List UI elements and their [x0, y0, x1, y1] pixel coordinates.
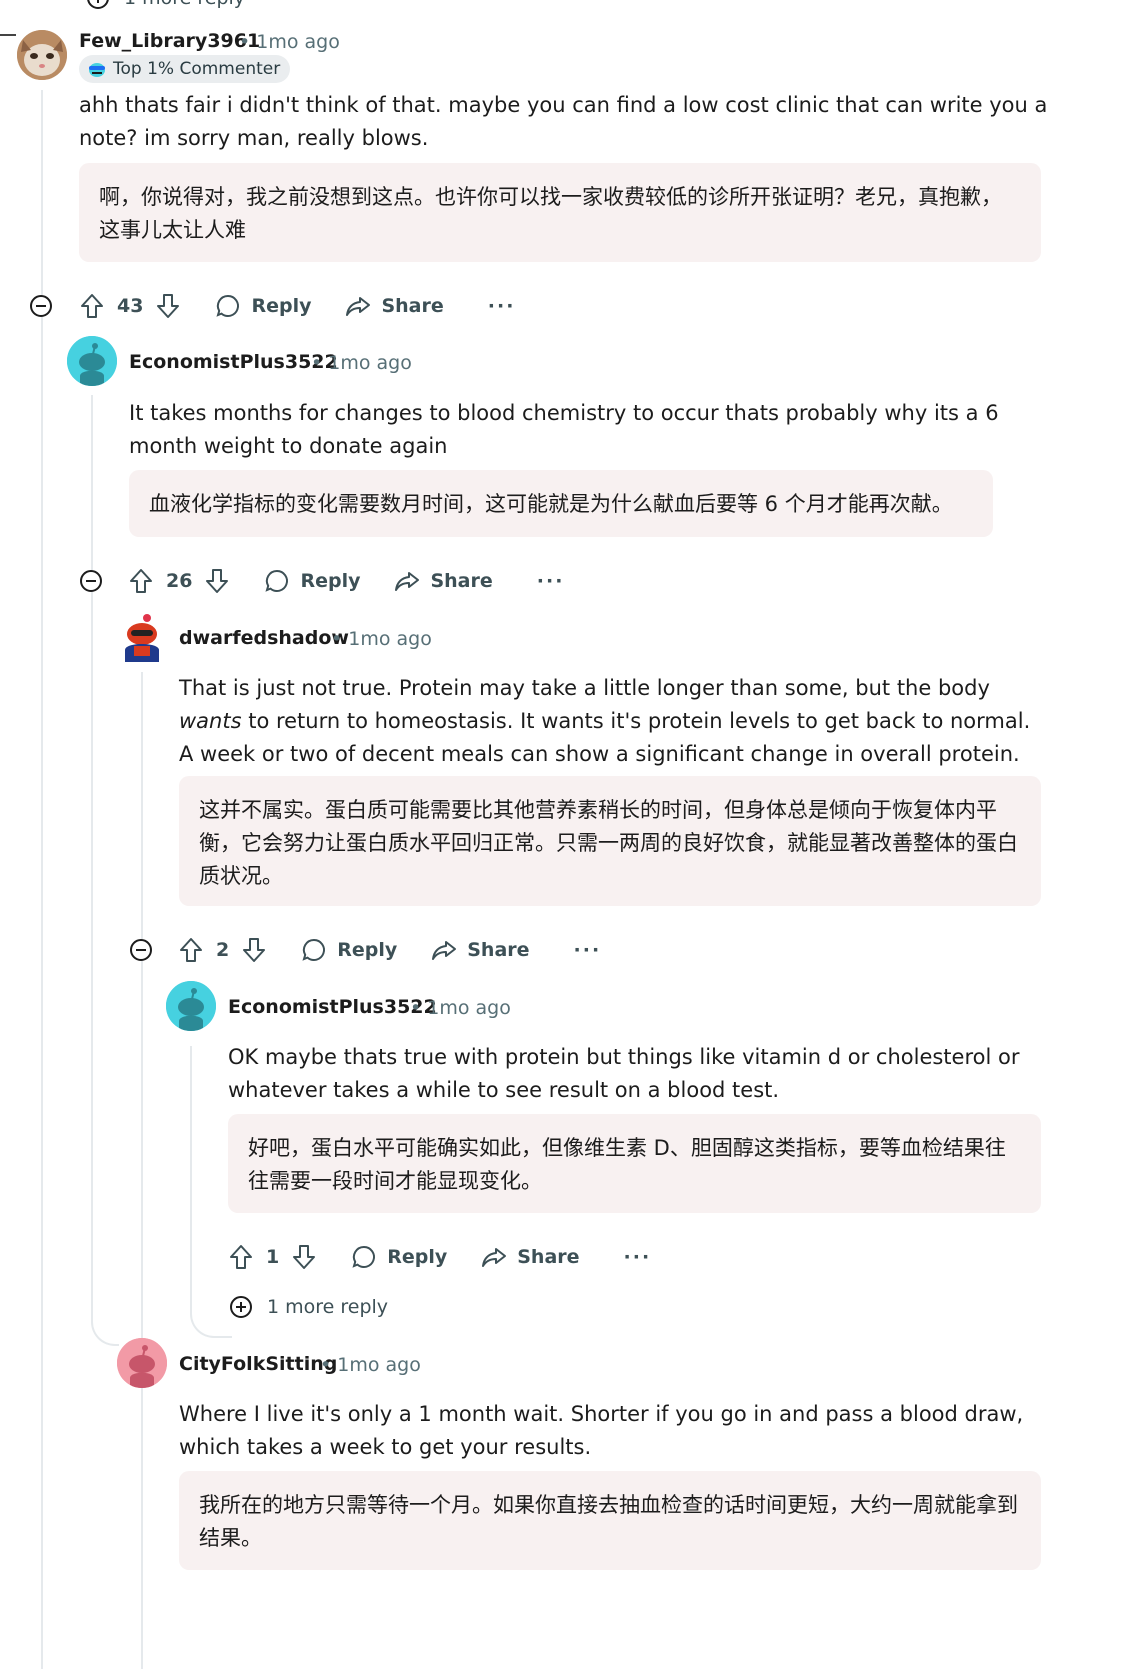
- avatar[interactable]: [17, 30, 67, 80]
- collapse-thread-icon[interactable]: [79, 569, 103, 593]
- more-replies-link[interactable]: 1 more reply: [229, 1295, 388, 1319]
- downvote-icon[interactable]: [204, 567, 230, 595]
- snoo-avatar-icon: [67, 336, 117, 386]
- vote-count: 2: [216, 939, 230, 961]
- downvote-icon[interactable]: [155, 292, 181, 320]
- comment-actions: 2 Reply Share ···: [178, 932, 601, 968]
- translation-text: 好吧，蛋白水平可能确实如此，但像维生素 D、胆固醇这类指标，要等血检结果往往需要…: [248, 1136, 1006, 1193]
- reply-button[interactable]: Reply: [351, 1244, 447, 1270]
- avatar[interactable]: [67, 336, 117, 386]
- translation-box: 血液化学指标的变化需要数月时间，这可能就是为什么献血后要等 6 个月才能再次献。: [129, 470, 993, 537]
- comment-actions: 43 Reply Share ···: [79, 288, 515, 324]
- share-icon: [346, 297, 371, 316]
- comment-body: That is just not true. Protein may take …: [179, 676, 1031, 766]
- snoo-avatar-icon: [166, 981, 216, 1031]
- more-options-button[interactable]: ···: [574, 939, 602, 961]
- vote-count: 1: [266, 1246, 280, 1268]
- plus-circle-icon: [230, 1296, 252, 1318]
- share-icon: [432, 941, 457, 960]
- plus-circle-icon: [87, 0, 109, 9]
- translation-text: 啊，你说得对，我之前没想到这点。也许你可以找一家收费较低的诊所开张证明？老兄，真…: [99, 185, 1002, 242]
- translation-text: 血液化学指标的变化需要数月时间，这可能就是为什么献血后要等 6 个月才能再次献。: [149, 492, 953, 516]
- collapse-thread-icon[interactable]: [29, 294, 53, 318]
- translation-box: 我所在的地方只需等待一个月。如果你直接去抽血检查的话时间更短，大约一周就能拿到结…: [179, 1471, 1041, 1570]
- comment-body: Where I live it's only a 1 month wait. S…: [179, 1402, 1024, 1459]
- upvote-icon[interactable]: [79, 292, 105, 320]
- share-button[interactable]: Share: [481, 1245, 580, 1269]
- collapse-thread-icon[interactable]: [129, 938, 153, 962]
- share-button[interactable]: Share: [431, 938, 530, 962]
- vote-count: 43: [117, 295, 144, 317]
- share-icon: [482, 1248, 507, 1267]
- translation-box: 好吧，蛋白水平可能确实如此，但像维生素 D、胆固醇这类指标，要等血检结果往往需要…: [228, 1114, 1041, 1213]
- snoo-avatar-icon: [125, 614, 159, 662]
- comment-bubble-icon: [216, 294, 240, 317]
- comment-bubble-icon: [352, 1245, 376, 1268]
- translation-text: 这并不属实。蛋白质可能需要比其他营养素稍长的时间，但身体总是倾向于恢复体内平衡，…: [199, 798, 1018, 888]
- downvote-icon[interactable]: [291, 1243, 317, 1271]
- upvote-icon[interactable]: [128, 567, 154, 595]
- translation-box: 这并不属实。蛋白质可能需要比其他营养素稍长的时间，但身体总是倾向于恢复体内平衡，…: [179, 776, 1041, 906]
- comment-body: OK maybe thats true with protein but thi…: [228, 1045, 1020, 1102]
- reply-button[interactable]: Reply: [264, 568, 360, 594]
- username[interactable]: CityFolkSitting: [179, 1353, 337, 1375]
- username[interactable]: Few_Library3961: [79, 30, 260, 52]
- more-options-button[interactable]: ···: [537, 570, 565, 592]
- upvote-icon[interactable]: [228, 1243, 254, 1271]
- timestamp[interactable]: • 1mo ago: [239, 31, 340, 53]
- avatar[interactable]: [117, 1338, 167, 1388]
- downvote-icon[interactable]: [241, 936, 267, 964]
- avatar[interactable]: [166, 981, 216, 1031]
- thread-curve: [190, 1312, 232, 1338]
- thread-line: [141, 672, 143, 1669]
- more-options-button[interactable]: ···: [488, 295, 516, 317]
- share-button[interactable]: Share: [394, 569, 493, 593]
- username[interactable]: EconomistPlus3522: [228, 996, 437, 1018]
- translation-box: 啊，你说得对，我之前没想到这点。也许你可以找一家收费较低的诊所开张证明？老兄，真…: [79, 163, 1041, 262]
- cat-avatar-icon: [17, 30, 67, 80]
- comment-body: It takes months for changes to blood che…: [129, 401, 999, 458]
- comment-actions: 1 Reply Share ···: [228, 1239, 651, 1275]
- upvote-icon[interactable]: [178, 936, 204, 964]
- avatar[interactable]: [117, 612, 167, 662]
- comment-body: ahh thats fair i didn't think of that. m…: [79, 93, 1048, 150]
- thread-curve: [0, 34, 16, 48]
- more-replies-link[interactable]: 1 more reply: [86, 0, 245, 10]
- reply-button[interactable]: Reply: [301, 937, 397, 963]
- reply-button[interactable]: Reply: [215, 293, 311, 319]
- comment-actions: 26 Reply Share ···: [128, 563, 564, 599]
- thread-line: [91, 395, 93, 1320]
- snoo-avatar-icon: [117, 1338, 167, 1388]
- comment-bubble-icon: [302, 938, 326, 961]
- translation-text: 我所在的地方只需等待一个月。如果你直接去抽血检查的话时间更短，大约一周就能拿到结…: [199, 1493, 1018, 1550]
- thread-curve: [91, 1320, 119, 1346]
- username[interactable]: EconomistPlus3522: [129, 351, 338, 373]
- thread-line: [190, 1046, 192, 1312]
- thread-line: [41, 90, 43, 1669]
- vote-count: 26: [166, 570, 193, 592]
- timestamp[interactable]: • 1mo ago: [331, 628, 432, 650]
- more-options-button[interactable]: ···: [624, 1246, 652, 1268]
- share-button[interactable]: Share: [345, 294, 444, 318]
- username[interactable]: dwarfedshadow: [179, 627, 349, 649]
- share-icon: [395, 572, 420, 591]
- timestamp[interactable]: • 1mo ago: [410, 997, 511, 1019]
- timestamp[interactable]: • 1mo ago: [320, 1354, 421, 1376]
- comment-bubble-icon: [265, 569, 289, 592]
- flair-badge: Top 1% Commenter: [79, 55, 291, 83]
- timestamp[interactable]: • 1mo ago: [311, 352, 412, 374]
- commenter-badge-icon: [89, 63, 105, 77]
